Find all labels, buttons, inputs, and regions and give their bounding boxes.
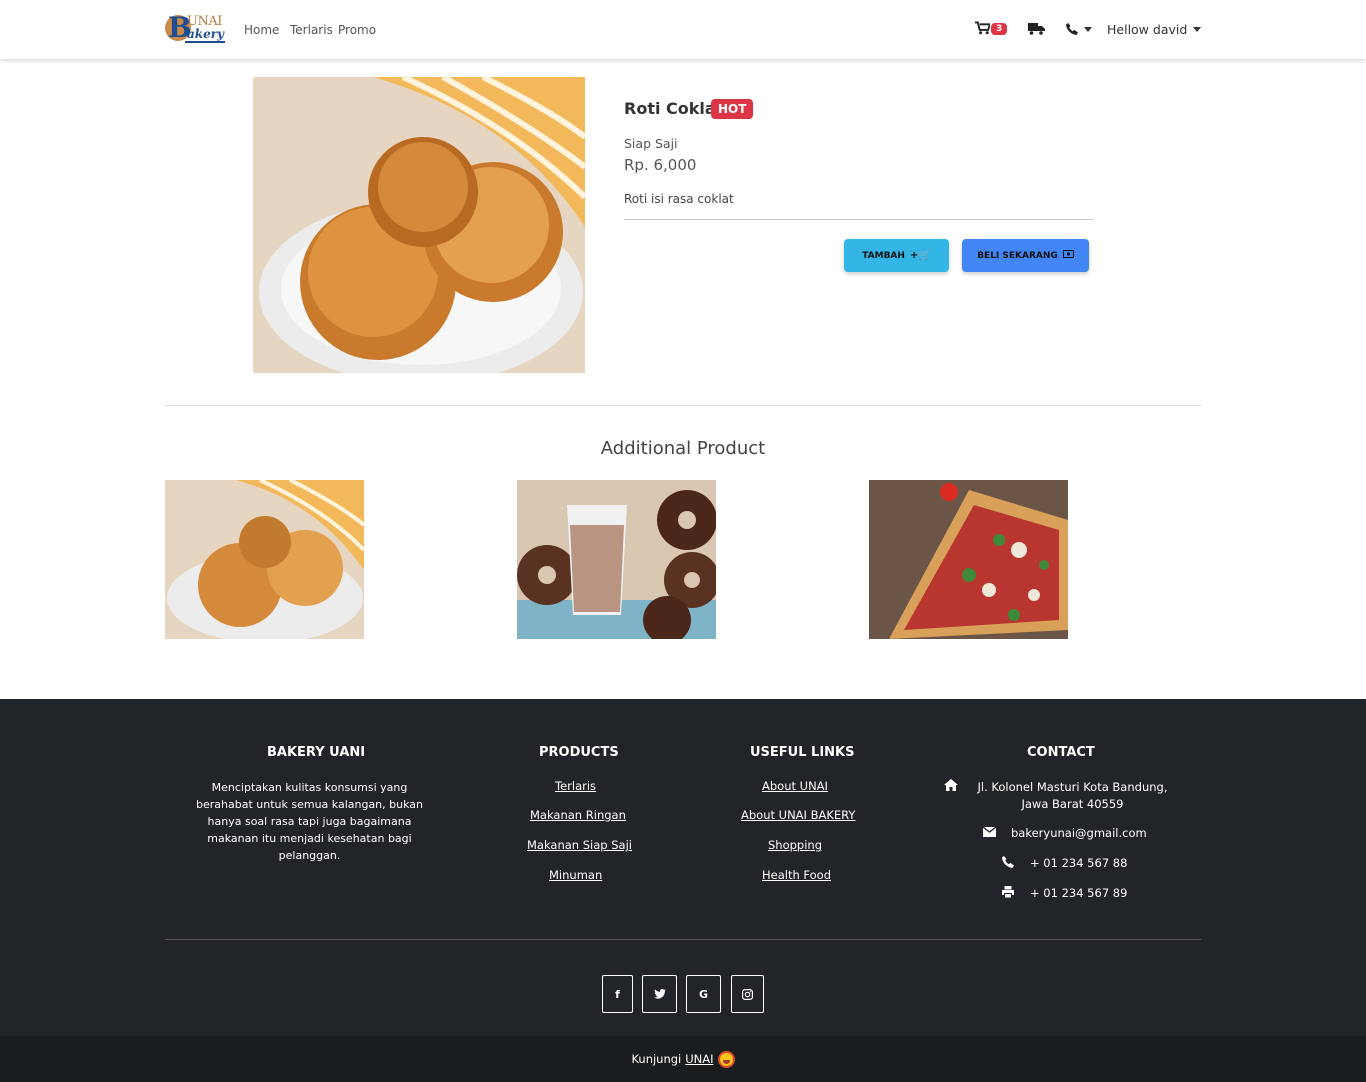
- additional-product-image[interactable]: [517, 480, 716, 639]
- product-description: Roti isi rasa coklat: [624, 192, 734, 206]
- nav-terlaris[interactable]: Terlaris: [290, 22, 333, 38]
- phone-dropdown[interactable]: [1066, 23, 1092, 35]
- cart-icon: [975, 20, 990, 34]
- additional-product-image[interactable]: [165, 480, 364, 639]
- nav-promo[interactable]: Promo: [338, 22, 376, 38]
- buy-button-label: BELI SEKARANG: [977, 250, 1058, 261]
- footer-link-terlaris[interactable]: Terlaris: [555, 779, 596, 793]
- footer-about-text: Menciptakan kulitas konsumsi yang beraha…: [196, 781, 423, 862]
- print-icon: [1002, 886, 1014, 901]
- divider: [624, 219, 1094, 220]
- footer-address: Jl. Kolonel Masturi Kota Bandung, Jawa B…: [977, 780, 1168, 811]
- product-price: Rp. 6,000: [624, 156, 697, 174]
- phone-icon: [1066, 23, 1078, 35]
- cart-button[interactable]: 3: [975, 20, 1008, 35]
- footer-products-title: PRODUCTS: [539, 745, 619, 760]
- money-icon: [1062, 250, 1074, 261]
- unai-link[interactable]: UNAI: [685, 1052, 713, 1066]
- footer-link-makanan-ringan[interactable]: Makanan Ringan: [530, 808, 626, 822]
- footer-link-health-food[interactable]: Health Food: [762, 868, 831, 882]
- brand-logo[interactable]: B UNAI akery: [165, 13, 225, 45]
- additional-product-image[interactable]: [869, 480, 1068, 639]
- footer-phone: + 01 234 567 88: [1030, 856, 1128, 870]
- instagram-icon[interactable]: [731, 975, 764, 1013]
- section-divider: [165, 405, 1201, 406]
- smiley-icon: [717, 1050, 735, 1068]
- facebook-icon[interactable]: f: [602, 975, 633, 1013]
- logo-bottom-text: akery: [187, 27, 225, 41]
- footer-link-makanan-siap-saji[interactable]: Makanan Siap Saji: [527, 838, 632, 852]
- add-to-cart-button[interactable]: TAMBAH +🛒: [844, 239, 949, 272]
- add-button-label: TAMBAH: [862, 250, 905, 261]
- google-icon[interactable]: G: [686, 975, 721, 1013]
- footer: BAKERY UANI Menciptakan kulitas konsumsi…: [0, 699, 1366, 1036]
- product-category: Siap Saji: [624, 136, 678, 151]
- footer-divider: [165, 939, 1201, 940]
- delivery-button[interactable]: [1028, 23, 1045, 35]
- footer-link-shopping[interactable]: Shopping: [768, 838, 822, 852]
- footer-email: bakeryunai@gmail.com: [1011, 826, 1147, 840]
- user-greeting: Hellow david: [1107, 22, 1188, 37]
- user-dropdown[interactable]: Hellow david: [1107, 22, 1202, 37]
- footer-link-about-unai[interactable]: About UNAI: [762, 779, 828, 793]
- additional-products-title: Additional Product: [600, 438, 766, 459]
- bottom-bar: Kunjungi UNAI: [0, 1036, 1366, 1082]
- home-icon: [944, 779, 958, 794]
- bottom-text: Kunjungi: [631, 1052, 682, 1066]
- footer-about-title: BAKERY UANI: [267, 745, 366, 760]
- phone-icon: [1002, 856, 1014, 871]
- cart-count-badge: 3: [991, 23, 1008, 35]
- footer-links-title: USEFUL LINKS: [750, 745, 855, 760]
- nav-home[interactable]: Home: [244, 22, 279, 38]
- product-title: Roti Coklat: [624, 99, 724, 118]
- twitter-icon[interactable]: [642, 975, 677, 1013]
- buy-now-button[interactable]: BELI SEKARANG: [962, 239, 1089, 272]
- footer-contact-title: CONTACT: [1027, 745, 1095, 760]
- hot-badge: HOT: [711, 99, 754, 119]
- navbar: B UNAI akery Home Terlaris Promo 3 Hello…: [0, 0, 1366, 59]
- product-image: [253, 77, 585, 373]
- chevron-down-icon: [1084, 26, 1092, 32]
- footer-link-minuman[interactable]: Minuman: [549, 868, 602, 882]
- chevron-down-icon: [1193, 27, 1202, 32]
- logo-underline: [185, 41, 225, 43]
- add-cart-icon: +🛒: [909, 250, 931, 261]
- envelope-icon: [982, 826, 997, 840]
- footer-fax: + 01 234 567 89: [1030, 886, 1128, 900]
- truck-icon: [1028, 23, 1045, 35]
- footer-link-about-unai-bakery[interactable]: About UNAI BAKERY: [741, 808, 855, 822]
